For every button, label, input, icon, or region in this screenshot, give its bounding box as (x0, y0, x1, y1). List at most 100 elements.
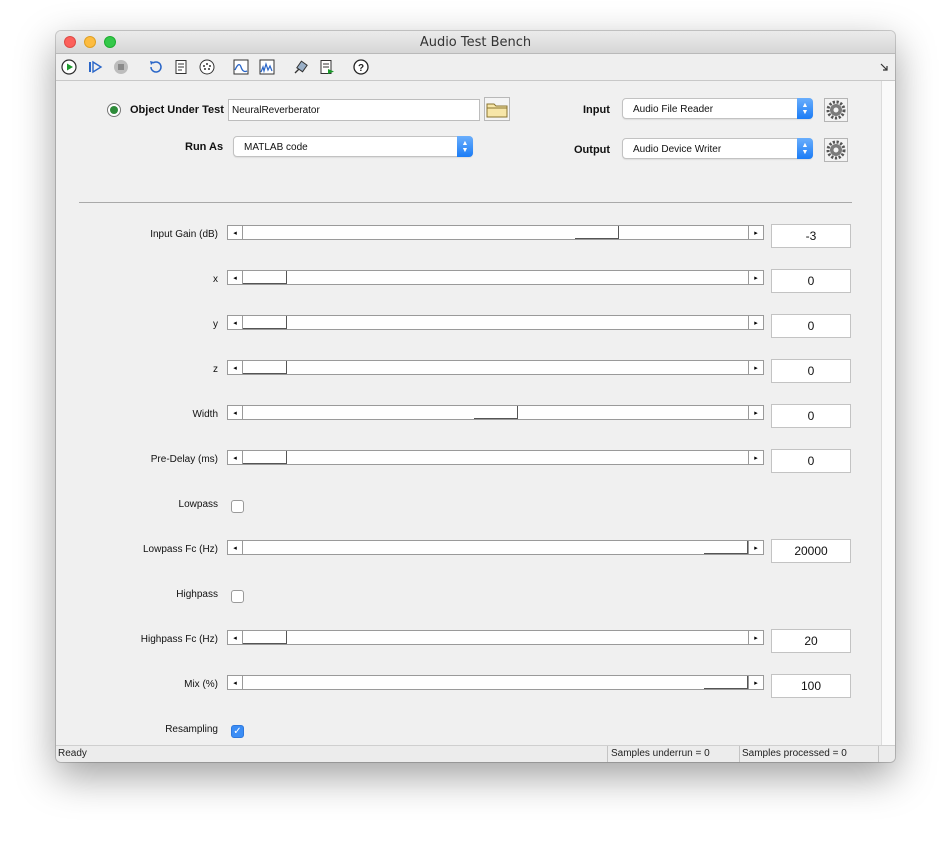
param-slider[interactable]: ◂ ▸ (227, 630, 764, 645)
param-slider[interactable]: ◂ ▸ (227, 675, 764, 690)
param-value-field[interactable]: 0 (771, 314, 851, 338)
gear-icon (826, 100, 846, 120)
param-label: Input Gain (dB) (150, 229, 218, 240)
slider-right-arrow[interactable]: ▸ (748, 226, 763, 239)
chevron-up-down-icon: ▲ ▼ (797, 138, 813, 159)
main-panel: Object Under Test NeuralReverberator Run… (56, 81, 881, 745)
generate-code-icon[interactable] (172, 58, 190, 76)
help-icon[interactable]: ? (352, 58, 370, 76)
param-label: Highpass (176, 589, 218, 600)
dock-arrow-icon[interactable] (878, 58, 890, 76)
slider-right-arrow[interactable]: ▸ (748, 676, 763, 689)
param-value-field[interactable]: 20000 (771, 539, 851, 563)
run-icon[interactable] (60, 58, 78, 76)
input-label: Input (583, 104, 610, 116)
status-processed: Samples processed = 0 (742, 748, 847, 759)
param-value-field[interactable]: 20 (771, 629, 851, 653)
output-label: Output (574, 144, 611, 156)
resampling-checkbox[interactable]: ✓ (231, 725, 244, 738)
param-label: Lowpass Fc (Hz) (142, 544, 218, 555)
slider-thumb[interactable] (243, 271, 287, 284)
param-value-field[interactable]: 100 (771, 674, 851, 698)
status-bar: Ready Samples underrun = 0 Samples proce… (56, 745, 895, 762)
param-slider[interactable]: ◂ ▸ (227, 405, 764, 420)
slider-thumb[interactable] (243, 316, 287, 329)
status-divider (739, 746, 740, 762)
slider-left-arrow[interactable]: ◂ (228, 316, 243, 329)
param-value-field[interactable]: -3 (771, 224, 851, 248)
midi-icon[interactable] (198, 58, 216, 76)
highpass-checkbox[interactable] (231, 590, 244, 603)
param-value-field[interactable]: 0 (771, 404, 851, 428)
input-value: Audio File Reader (633, 104, 714, 115)
input-settings-button[interactable] (824, 98, 848, 122)
browse-folder-button[interactable] (484, 97, 510, 121)
export-icon[interactable] (318, 58, 336, 76)
param-slider[interactable]: ◂ ▸ (227, 315, 764, 330)
param-value-field[interactable]: 0 (771, 269, 851, 293)
param-slider[interactable]: ◂ ▸ (227, 540, 764, 555)
slider-thumb[interactable] (574, 226, 619, 239)
input-dropdown[interactable]: Audio File Reader ▲ ▼ (622, 98, 813, 119)
param-label: x (213, 274, 218, 285)
output-value: Audio Device Writer (633, 144, 722, 155)
run-as-label: Run As (185, 141, 224, 153)
param-label: Highpass Fc (Hz) (140, 634, 218, 645)
run-as-dropdown[interactable]: MATLAB code ▲ ▼ (233, 136, 473, 157)
slider-left-arrow[interactable]: ◂ (228, 406, 243, 419)
plugin-icon[interactable] (292, 58, 310, 76)
slider-thumb[interactable] (243, 361, 287, 374)
slider-left-arrow[interactable]: ◂ (228, 226, 243, 239)
app-window: Audio Test Bench ? Object Under Test Neu… (56, 31, 895, 762)
param-label: Width (192, 409, 218, 420)
title-bar: Audio Test Bench (56, 31, 895, 54)
param-label: Lowpass (178, 499, 218, 510)
slider-right-arrow[interactable]: ▸ (748, 451, 763, 464)
slider-thumb[interactable] (704, 676, 748, 689)
param-value-field[interactable]: 0 (771, 359, 851, 383)
param-label: Mix (%) (184, 679, 218, 690)
slider-left-arrow[interactable]: ◂ (228, 631, 243, 644)
output-dropdown[interactable]: Audio Device Writer ▲ ▼ (622, 138, 813, 159)
svg-text:?: ? (358, 63, 364, 74)
object-under-test-field[interactable]: NeuralReverberator (228, 99, 480, 121)
param-value-field[interactable]: 0 (771, 449, 851, 473)
step-icon[interactable] (86, 58, 104, 76)
slider-right-arrow[interactable]: ▸ (748, 316, 763, 329)
slider-left-arrow[interactable]: ◂ (228, 361, 243, 374)
reset-icon[interactable] (146, 58, 164, 76)
slider-right-arrow[interactable]: ▸ (748, 406, 763, 419)
param-label: z (213, 364, 218, 375)
status-divider (878, 746, 879, 762)
slider-thumb[interactable] (243, 631, 287, 644)
param-slider[interactable]: ◂ ▸ (227, 360, 764, 375)
output-settings-button[interactable] (824, 138, 848, 162)
vertical-scrollbar[interactable] (881, 81, 895, 745)
slider-left-arrow[interactable]: ◂ (228, 676, 243, 689)
slider-left-arrow[interactable]: ◂ (228, 271, 243, 284)
param-slider[interactable]: ◂ ▸ (227, 270, 764, 285)
slider-right-arrow[interactable]: ▸ (748, 631, 763, 644)
toolbar: ? (56, 54, 895, 81)
param-slider[interactable]: ◂ ▸ (227, 450, 764, 465)
slider-right-arrow[interactable]: ▸ (748, 541, 763, 554)
window-title: Audio Test Bench (419, 35, 532, 50)
header-divider (79, 202, 852, 203)
run-as-value: MATLAB code (244, 142, 308, 153)
slider-right-arrow[interactable]: ▸ (748, 271, 763, 284)
slider-thumb[interactable] (704, 541, 748, 554)
slider-right-arrow[interactable]: ▸ (748, 361, 763, 374)
time-scope-icon[interactable] (232, 58, 250, 76)
status-divider (607, 746, 608, 762)
gear-icon (826, 140, 846, 160)
param-slider[interactable]: ◂ ▸ (227, 225, 764, 240)
slider-left-arrow[interactable]: ◂ (228, 541, 243, 554)
slider-thumb[interactable] (243, 451, 287, 464)
param-label: y (213, 319, 218, 330)
slider-left-arrow[interactable]: ◂ (228, 451, 243, 464)
lowpass-checkbox[interactable] (231, 500, 244, 513)
spectrum-analyzer-icon[interactable] (258, 58, 276, 76)
stop-icon[interactable] (112, 58, 130, 76)
param-label: Pre-Delay (ms) (150, 454, 218, 465)
slider-thumb[interactable] (473, 406, 518, 419)
